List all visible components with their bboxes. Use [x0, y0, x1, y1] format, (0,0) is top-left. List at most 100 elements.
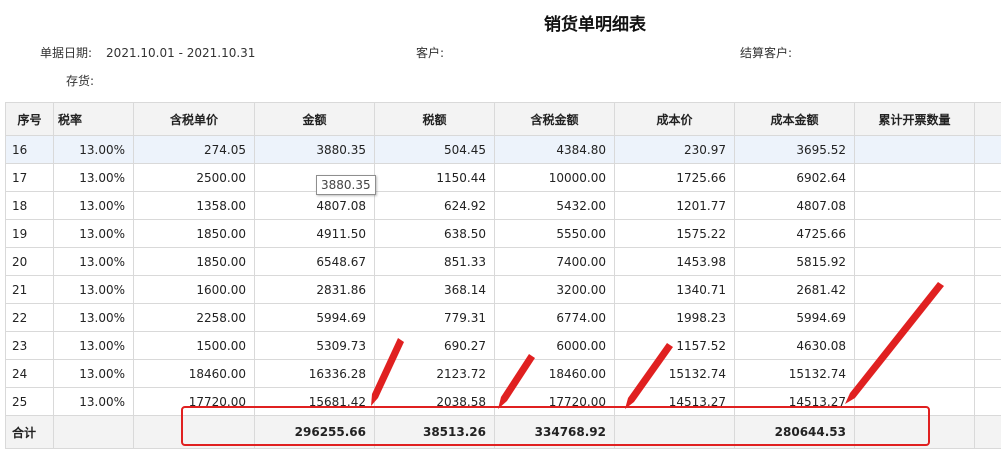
table-cell[interactable]: 274.05 — [133, 135, 255, 164]
table-cell[interactable]: 1850.00 — [133, 247, 255, 276]
table-cell[interactable]: 3880.35 — [254, 135, 375, 164]
table-cell[interactable]: 22 — [5, 303, 54, 332]
column-header[interactable]: 含税单价 — [133, 102, 255, 136]
table-cell[interactable]: 18460.00 — [133, 359, 255, 388]
table-cell[interactable] — [854, 247, 975, 276]
table-cell[interactable]: 13.00% — [53, 387, 134, 416]
table-row[interactable]: 23 13.00% 1500.00 5309.73 690.27 6000.00 1157.… — [5, 331, 1001, 360]
table-cell[interactable]: 2258.00 — [133, 303, 255, 332]
table-cell[interactable]: 19 — [5, 219, 54, 248]
table-cell[interactable]: 230.97 — [614, 135, 735, 164]
table-cell[interactable]: 3695.52 — [734, 135, 855, 164]
table-cell[interactable]: 13.00% — [53, 191, 134, 220]
table-cell[interactable]: 5309.73 — [254, 331, 375, 360]
column-header[interactable]: 累计 — [974, 102, 1001, 136]
table-cell[interactable]: 1157.52 — [614, 331, 735, 360]
column-header[interactable]: 序号 — [5, 102, 54, 136]
table-cell[interactable]: 1453.98 — [614, 247, 735, 276]
column-header[interactable]: 成本金额 — [734, 102, 855, 136]
table-cell[interactable]: 504.45 — [374, 135, 495, 164]
table-cell[interactable]: 5815.92 — [734, 247, 855, 276]
table-cell[interactable] — [974, 331, 1001, 360]
table-cell[interactable]: 18 — [5, 191, 54, 220]
table-row[interactable]: 17 13.00% 2500.00 1150.44 10000.00 1725.66 690… — [5, 163, 1001, 192]
detail-table-container[interactable]: 序号税率含税单价金额税额含税金额成本价成本金额累计开票数量累计 1613.00%… — [5, 102, 1001, 450]
table-row[interactable]: 19 13.00% 1850.00 4911.50 638.50 5550.00 1575.… — [5, 219, 1001, 248]
table-cell[interactable]: 6000.00 — [494, 331, 615, 360]
table-cell[interactable]: 2123.72 — [374, 359, 495, 388]
table-cell[interactable]: 638.50 — [374, 219, 495, 248]
table-cell[interactable]: 1725.66 — [614, 163, 735, 192]
column-header[interactable]: 税率 — [53, 102, 134, 136]
table-cell[interactable]: 24 — [5, 359, 54, 388]
table-cell[interactable]: 4630.08 — [734, 331, 855, 360]
table-cell[interactable] — [974, 303, 1001, 332]
table-cell[interactable]: 2831.86 — [254, 275, 375, 304]
table-cell[interactable]: 368.14 — [374, 275, 495, 304]
table-row[interactable]: 18 13.00% 1358.00 4807.08 624.92 5432.00 1201.… — [5, 191, 1001, 220]
table-cell[interactable]: 6902.64 — [734, 163, 855, 192]
table-cell[interactable]: 15132.74 — [734, 359, 855, 388]
table-cell[interactable]: 4911.50 — [254, 219, 375, 248]
table-cell[interactable]: 624.92 — [374, 191, 495, 220]
table-cell[interactable] — [974, 247, 1001, 276]
table-row[interactable]: 16 13.00% 274.05 3880.35 504.45 4384.80 230.97… — [5, 135, 1001, 164]
table-row[interactable]: 20 13.00% 1850.00 6548.67 851.33 7400.00 1453.… — [5, 247, 1001, 276]
table-cell[interactable]: 18460.00 — [494, 359, 615, 388]
table-cell[interactable]: 21 — [5, 275, 54, 304]
table-cell[interactable]: 1358.00 — [133, 191, 255, 220]
table-cell[interactable] — [854, 191, 975, 220]
table-row[interactable]: 24 13.00% 18460.00 16336.28 2123.72 18460.00 1… — [5, 359, 1001, 388]
table-cell[interactable]: 16336.28 — [254, 359, 375, 388]
table-cell[interactable]: 5994.69 — [734, 303, 855, 332]
table-cell[interactable]: 1575.22 — [614, 219, 735, 248]
table-cell[interactable]: 1500.00 — [133, 331, 255, 360]
table-row[interactable]: 22 13.00% 2258.00 5994.69 779.31 6774.00 1998.… — [5, 303, 1001, 332]
table-cell[interactable]: 4725.66 — [734, 219, 855, 248]
table-cell[interactable]: 4384.80 — [494, 135, 615, 164]
table-cell[interactable]: 10000.00 — [494, 163, 615, 192]
table-cell[interactable] — [854, 359, 975, 388]
table-cell[interactable] — [854, 135, 975, 164]
table-cell[interactable]: 16 — [5, 135, 54, 164]
table-cell[interactable] — [974, 135, 1001, 164]
table-cell[interactable] — [974, 359, 1001, 388]
table-cell[interactable]: 2681.42 — [734, 275, 855, 304]
table-cell[interactable]: 7400.00 — [494, 247, 615, 276]
table-row[interactable]: 21 13.00% 1600.00 2831.86 368.14 3200.00 1340.… — [5, 275, 1001, 304]
table-cell[interactable]: 23 — [5, 331, 54, 360]
table-cell[interactable]: 13.00% — [53, 331, 134, 360]
column-header[interactable]: 成本价 — [614, 102, 735, 136]
table-cell[interactable]: 6548.67 — [254, 247, 375, 276]
table-cell[interactable]: 13.00% — [53, 247, 134, 276]
table-cell[interactable]: 4807.08 — [734, 191, 855, 220]
table-cell[interactable]: 13.00% — [53, 163, 134, 192]
table-cell[interactable]: 6774.00 — [494, 303, 615, 332]
table-cell[interactable]: 25 — [5, 387, 54, 416]
table-cell[interactable]: 13.00% — [53, 275, 134, 304]
table-cell[interactable]: 13.00% — [53, 303, 134, 332]
table-cell[interactable]: 779.31 — [374, 303, 495, 332]
table-cell[interactable] — [974, 163, 1001, 192]
table-cell[interactable]: 3200.00 — [494, 275, 615, 304]
table-cell[interactable]: 5432.00 — [494, 191, 615, 220]
table-cell[interactable]: 17 — [5, 163, 54, 192]
table-cell[interactable]: 1201.77 — [614, 191, 735, 220]
column-header[interactable]: 含税金额 — [494, 102, 615, 136]
table-cell[interactable]: 1850.00 — [133, 219, 255, 248]
table-cell[interactable] — [974, 387, 1001, 416]
table-cell[interactable]: 851.33 — [374, 247, 495, 276]
column-header[interactable]: 金额 — [254, 102, 375, 136]
column-header[interactable]: 税额 — [374, 102, 495, 136]
table-cell[interactable]: 13.00% — [53, 359, 134, 388]
table-cell[interactable]: 2500.00 — [133, 163, 255, 192]
table-cell[interactable]: 1600.00 — [133, 275, 255, 304]
table-cell[interactable] — [974, 275, 1001, 304]
table-cell[interactable]: 4807.08 — [254, 191, 375, 220]
table-cell[interactable] — [854, 219, 975, 248]
table-cell[interactable]: 1150.44 — [374, 163, 495, 192]
table-cell[interactable] — [854, 303, 975, 332]
table-cell[interactable] — [974, 191, 1001, 220]
column-header[interactable]: 累计开票数量 — [854, 102, 975, 136]
table-cell[interactable] — [974, 219, 1001, 248]
